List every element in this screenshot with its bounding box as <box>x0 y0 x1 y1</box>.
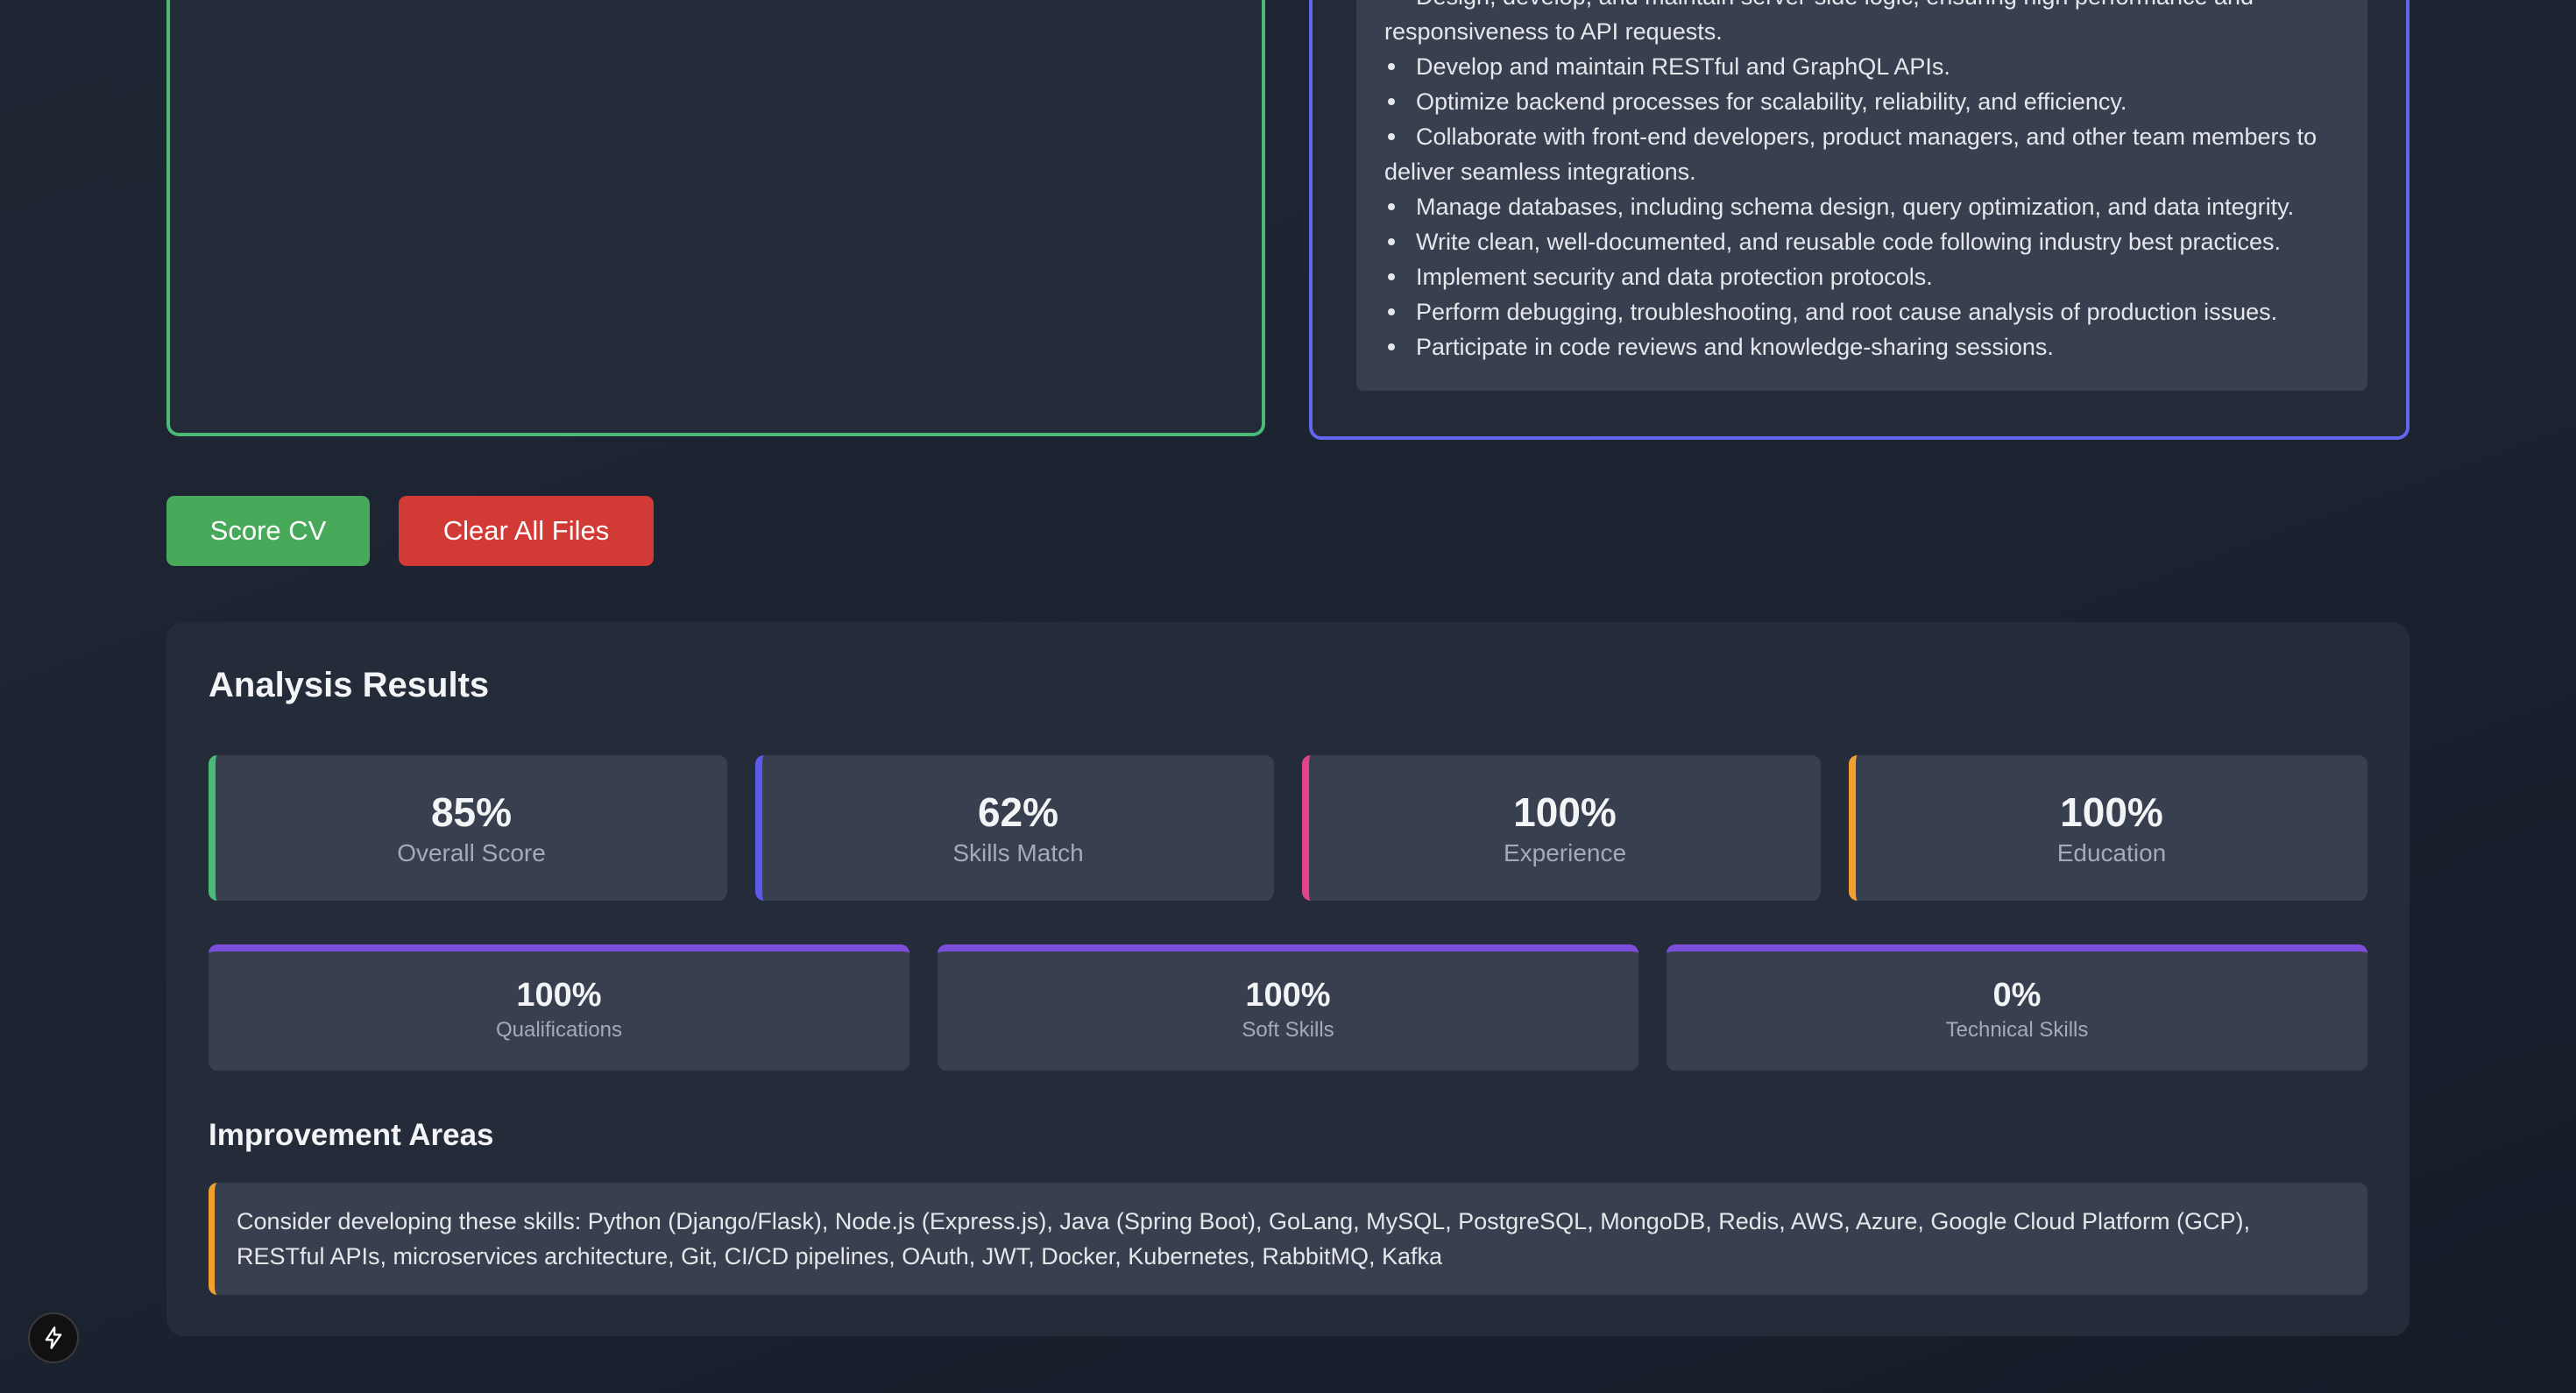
improvement-areas-title: Improvement Areas <box>209 1118 494 1152</box>
score-cards: 85% Overall Score 62% Skills Match 100% … <box>209 755 2367 901</box>
list-item: Participate in code reviews and knowledg… <box>1384 329 2343 364</box>
cv-upload-panel[interactable] <box>166 0 1265 436</box>
list-item: Write clean, well-documented, and reusab… <box>1384 224 2343 259</box>
soft-skills-card: 100% Soft Skills <box>938 944 1638 1071</box>
subscore-value: 100% <box>1245 977 1331 1014</box>
education-card: 100% Education <box>1849 755 2367 901</box>
skills-match-card: 62% Skills Match <box>755 755 1274 901</box>
list-item: Implement security and data protection p… <box>1384 259 2343 294</box>
subscore-label: Soft Skills <box>1242 1018 1334 1042</box>
metric-value: 100% <box>1513 789 1617 835</box>
experience-card: 100% Experience <box>1302 755 1821 901</box>
score-cv-button[interactable]: Score CV <box>166 496 370 566</box>
list-item: Design, develop, and maintain server-sid… <box>1384 0 2343 49</box>
clear-all-files-button[interactable]: Clear All Files <box>399 496 654 566</box>
responsibilities-list: Design, develop, and maintain server-sid… <box>1356 0 2367 364</box>
list-item: Manage databases, including schema desig… <box>1384 189 2343 224</box>
dev-tools-badge[interactable] <box>28 1312 79 1363</box>
list-item: Collaborate with front-end developers, p… <box>1384 119 2343 189</box>
metric-label: Skills Match <box>952 839 1084 866</box>
qualifications-card: 100% Qualifications <box>209 944 909 1071</box>
subscore-value: 100% <box>516 977 602 1014</box>
analysis-results-panel: Analysis Results 85% Overall Score 62% S… <box>166 622 2410 1336</box>
list-item: Perform debugging, troubleshooting, and … <box>1384 294 2343 329</box>
job-description-panel: Design, develop, and maintain server-sid… <box>1309 0 2410 440</box>
metric-value: 100% <box>2060 789 2163 835</box>
results-title: Analysis Results <box>209 666 490 704</box>
metric-value: 85% <box>430 789 513 835</box>
subscore-label: Qualifications <box>495 1018 623 1042</box>
subscore-cards: 100% Qualifications 100% Soft Skills 0% … <box>209 944 2367 1071</box>
overall-score-card: 85% Overall Score <box>209 755 727 901</box>
metric-label: Experience <box>1503 839 1627 866</box>
subscore-value: 0% <box>1992 977 2042 1014</box>
metric-label: Education <box>2056 839 2167 866</box>
metric-label: Overall Score <box>397 839 546 866</box>
list-item: Optimize backend processes for scalabili… <box>1384 84 2343 119</box>
subscore-label: Technical Skills <box>1945 1018 2089 1042</box>
metric-value: 62% <box>977 789 1059 835</box>
list-item: Develop and maintain RESTful and GraphQL… <box>1384 49 2343 84</box>
lightning-bolt-icon <box>45 1326 62 1349</box>
improvement-areas-text: Consider developing these skills: Python… <box>209 1183 2367 1295</box>
job-description-content: Design, develop, and maintain server-sid… <box>1356 0 2367 391</box>
technical-skills-card: 0% Technical Skills <box>1667 944 2367 1071</box>
